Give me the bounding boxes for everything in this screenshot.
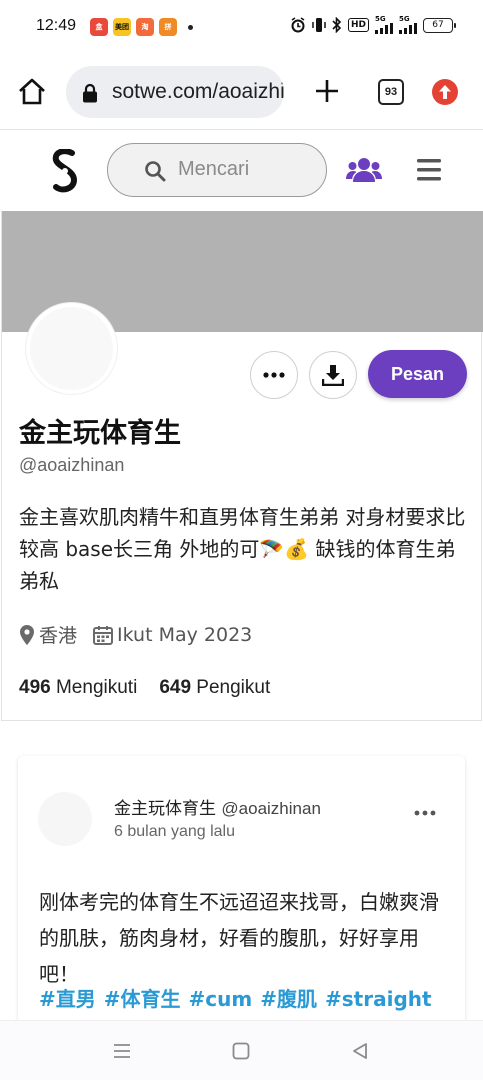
profile-card: Pesan 金主玩体育生 @aoaizhinan 金主喜欢肌肉精牛和直男体育生弟… [1, 211, 483, 721]
post-author-handle: @aoaizhinan [221, 799, 321, 818]
hashtag-link[interactable]: #cum [189, 987, 253, 1011]
search-icon [144, 160, 166, 186]
app-notification-icon: 淘 [136, 18, 154, 36]
back-button[interactable] [350, 1041, 372, 1063]
join-date: Ikut May 2023 [93, 624, 252, 646]
join-date-text: Ikut May 2023 [117, 623, 253, 646]
profile-display-name: 金主玩体育生 [19, 418, 181, 449]
hashtag-link[interactable]: #腹肌 [260, 987, 317, 1011]
profile-bio: 金主喜欢肌肉精牛和直男体育生弟弟 对身材要求比较高 base长三角 外地的可🪂💰… [19, 505, 466, 593]
network-type-label: 5G [375, 15, 386, 23]
sotwe-logo-icon [52, 148, 78, 193]
site-header: Mencari [0, 131, 483, 211]
home-icon [19, 78, 45, 105]
post-author-name: 金主玩体育生 [114, 799, 216, 819]
more-dots-icon [414, 810, 436, 816]
following-count: 496 [19, 677, 51, 698]
signal-icon: 5G [375, 16, 393, 34]
followers-stat[interactable]: 649 Pengikut [159, 677, 270, 699]
post-timestamp: 6 bulan yang lalu [114, 823, 235, 840]
message-button[interactable]: Pesan [368, 350, 467, 398]
following-stat[interactable]: 496 Mengikuti [19, 677, 137, 699]
followers-count: 649 [159, 677, 192, 698]
back-triangle-icon [353, 1043, 367, 1059]
post-more-button[interactable] [414, 802, 436, 824]
search-input[interactable]: Mencari [107, 143, 327, 197]
calendar-icon [93, 625, 114, 645]
profile-username: @aoaizhinan [19, 455, 125, 475]
download-button[interactable] [309, 351, 357, 399]
more-dots-icon [263, 372, 285, 378]
lock-icon [82, 83, 98, 107]
hashtag-link[interactable]: #straight [325, 987, 432, 1011]
hashtag-link[interactable]: #直男 [39, 987, 96, 1011]
menu-lines-icon [114, 1044, 130, 1058]
signal-icon-2: 5G [399, 16, 417, 34]
address-bar[interactable]: sotwe.com/aoaizhinan [66, 66, 284, 118]
hashtag-link[interactable]: #体育生 [104, 987, 181, 1011]
network-type-label: 5G [399, 15, 410, 23]
search-placeholder: Mencari [178, 158, 250, 180]
status-bar: 12:49 盒 美团 淘 拼 HD 5G 5G 67 [0, 0, 483, 56]
home-button[interactable] [16, 76, 48, 108]
more-options-button[interactable] [250, 351, 298, 399]
download-icon [322, 365, 344, 386]
post-text: 刚体考完的体育生不远迢迢来找哥，白嫩爽滑的肌肤，筋肉身材，好看的腹肌，好好享用吧… [39, 890, 439, 986]
following-label: Mengikuti [55, 677, 138, 698]
meituan-notification-icon: 美团 [113, 18, 131, 36]
battery-icon: 67 [423, 17, 456, 33]
profile-stats: 496 Mengikuti 649 Pengikut [19, 677, 292, 699]
arrow-up-icon [439, 85, 451, 99]
avatar [26, 303, 117, 394]
update-button[interactable] [432, 79, 458, 105]
post-author[interactable]: 金主玩体育生 @aoaizhinan [114, 794, 321, 819]
browser-toolbar: sotwe.com/aoaizhinan 93 [0, 56, 483, 130]
app-notification-icon: 盒 [90, 18, 108, 36]
tab-switcher-button[interactable]: 93 [378, 79, 404, 105]
recent-apps-button[interactable] [112, 1041, 134, 1063]
users-icon[interactable] [346, 157, 382, 187]
site-logo[interactable] [50, 148, 80, 193]
square-icon [232, 1042, 250, 1060]
followers-label: Pengikut [196, 677, 271, 698]
hd-icon: HD [347, 18, 369, 32]
profile-meta: 香港 Ikut May 2023 [19, 621, 268, 648]
new-tab-button[interactable] [312, 76, 342, 106]
notification-icons: 盒 美团 淘 拼 [90, 18, 193, 36]
post-avatar[interactable] [38, 792, 92, 846]
system-icons: HD 5G 5G 67 [290, 16, 456, 34]
bluetooth-icon [332, 16, 342, 34]
location: 香港 [19, 621, 77, 648]
location-pin-icon [20, 624, 34, 645]
hamburger-menu-icon[interactable] [417, 159, 441, 185]
url-text: sotwe.com/aoaizhinan [112, 80, 284, 103]
app-notification-icon: 拼 [159, 18, 177, 36]
system-navigation-bar [0, 1020, 483, 1080]
alarm-icon [290, 16, 306, 34]
location-text: 香港 [39, 625, 78, 647]
post-hashtags: #直男 #体育生 #cum #腹肌 #straight [39, 981, 449, 1017]
vibrate-icon [312, 16, 326, 34]
more-notifications-dot [188, 24, 193, 30]
status-time: 12:49 [36, 17, 77, 34]
plus-icon [316, 80, 338, 102]
home-nav-button[interactable] [231, 1041, 253, 1063]
